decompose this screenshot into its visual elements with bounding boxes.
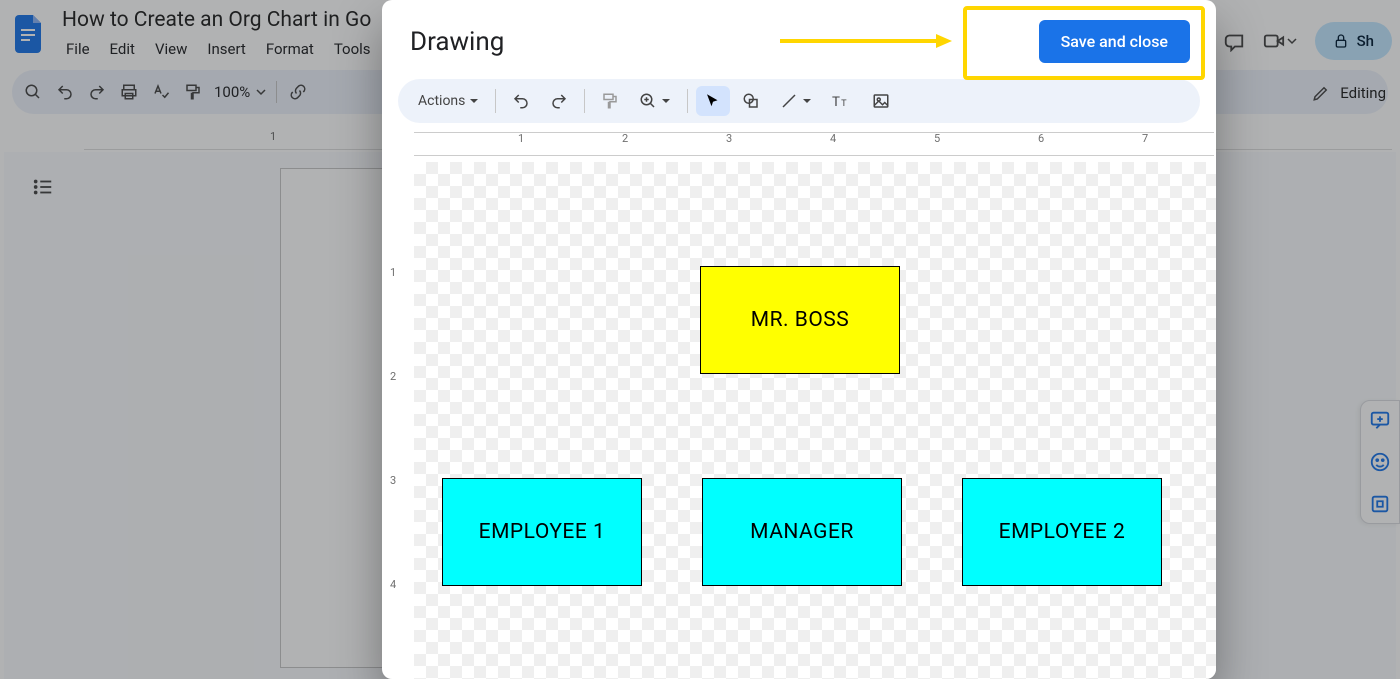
textbox-tool-icon[interactable]: TT xyxy=(824,86,860,116)
ruler-tick: 2 xyxy=(390,370,396,383)
drawing-dialog: Drawing Save and close Actions TT 1 2 3 … xyxy=(382,0,1216,679)
dialog-title: Drawing xyxy=(410,27,504,57)
drawing-canvas[interactable]: MR. BOSS EMPLOYEE 1 MANAGER EMPLOYEE 2 xyxy=(414,162,1216,679)
actions-menu[interactable]: Actions xyxy=(410,87,487,115)
org-box-label: EMPLOYEE 2 xyxy=(999,520,1126,544)
toolbar-separator xyxy=(495,89,496,113)
org-box-boss[interactable]: MR. BOSS xyxy=(700,266,900,374)
ruler-tick: 4 xyxy=(390,578,396,591)
ruler-tick: 3 xyxy=(390,474,396,487)
svg-text:T: T xyxy=(832,95,840,110)
org-box-label: EMPLOYEE 1 xyxy=(479,520,606,544)
ruler-tick: 1 xyxy=(390,266,396,279)
toolbar-separator xyxy=(584,89,585,113)
save-and-close-button[interactable]: Save and close xyxy=(1039,20,1190,63)
org-box-employee1[interactable]: EMPLOYEE 1 xyxy=(442,478,642,586)
paint-format-icon[interactable] xyxy=(593,86,627,116)
select-tool-icon[interactable] xyxy=(696,86,730,116)
drawing-ruler-h: 1 2 3 4 5 6 7 xyxy=(414,132,1216,156)
drawing-ruler-v: 1 2 3 4 xyxy=(382,162,408,679)
dialog-header: Drawing Save and close xyxy=(382,0,1216,79)
org-box-manager[interactable]: MANAGER xyxy=(702,478,902,586)
org-box-employee2[interactable]: EMPLOYEE 2 xyxy=(962,478,1162,586)
zoom-menu[interactable] xyxy=(631,86,679,116)
org-box-label: MANAGER xyxy=(750,520,854,544)
shape-tool-icon[interactable] xyxy=(734,86,768,116)
image-tool-icon[interactable] xyxy=(864,86,898,116)
drawing-canvas-wrap: 1 2 3 4 5 6 7 1 2 3 4 xyxy=(382,132,1216,679)
svg-text:T: T xyxy=(842,99,848,109)
redo-icon[interactable] xyxy=(542,86,576,116)
org-box-label: MR. BOSS xyxy=(751,308,850,332)
undo-icon[interactable] xyxy=(504,86,538,116)
drawing-toolbar: Actions TT xyxy=(398,79,1200,123)
org-connectors xyxy=(414,162,714,312)
toolbar-separator xyxy=(687,89,688,113)
line-tool-icon[interactable] xyxy=(772,86,820,116)
